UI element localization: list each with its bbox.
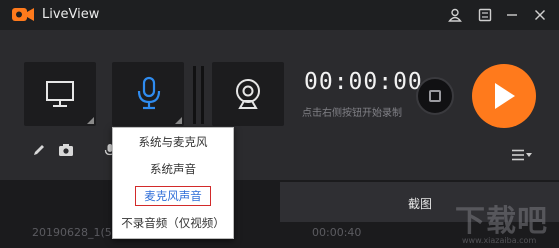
webcam-icon [236, 79, 260, 109]
audio-level-left [193, 66, 196, 124]
recording-hint: 点击右侧按钮开始录制 [302, 108, 402, 119]
recording-timer: 00:00:00 [304, 69, 423, 95]
watermark-url: www.xiazaiba.com [462, 236, 537, 245]
dropdown-item-mic-audio[interactable]: 麦克风声音 [113, 185, 233, 207]
list-item-duration: 00:00:40 [312, 226, 362, 239]
pencil-icon[interactable] [29, 142, 49, 158]
audio-source-button[interactable] [112, 62, 184, 126]
user-icon[interactable] [444, 5, 466, 25]
camera-icon[interactable] [56, 142, 76, 158]
play-icon [495, 83, 515, 109]
monitor-icon [46, 81, 74, 107]
microphone-icon [137, 76, 161, 110]
close-icon[interactable] [529, 5, 551, 25]
app-title: LiveView [42, 7, 100, 22]
audio-level-right [201, 66, 204, 124]
audio-source-dropdown: 系统与麦克风 系统声音 麦克风声音 不录音频（仅视频） [112, 127, 234, 239]
dropdown-item-system-audio[interactable]: 系统声音 [113, 158, 233, 180]
list-item-filename[interactable]: 20190628_1(5 [32, 226, 112, 239]
dropdown-item-system-and-mic[interactable]: 系统与麦克风 [113, 131, 233, 153]
camera-source-button[interactable] [212, 62, 284, 126]
settings-icon[interactable] [474, 5, 496, 25]
record-start-button[interactable] [472, 64, 536, 128]
stop-icon [429, 90, 441, 102]
screen-source-button[interactable] [24, 62, 96, 126]
dropdown-corner-icon [175, 117, 182, 124]
screenshot-column-header[interactable]: 截图 [408, 195, 432, 212]
dropdown-item-mic-audio-label: 麦克风声音 [135, 186, 211, 206]
dropdown-item-no-audio[interactable]: 不录音频（仅视频） [113, 212, 233, 234]
dropdown-corner-icon [87, 117, 94, 124]
app-logo-icon [12, 6, 34, 23]
stop-button[interactable] [416, 77, 454, 115]
minimize-icon[interactable] [501, 5, 523, 25]
watermark-logo: 下载吧 [455, 204, 548, 239]
list-menu-icon[interactable] [512, 146, 532, 165]
